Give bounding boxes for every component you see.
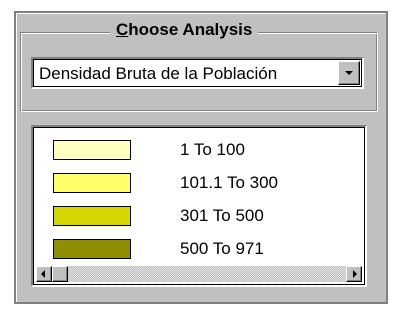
legend-label: 500 To 971 bbox=[180, 239, 264, 258]
legend-swatch bbox=[53, 206, 131, 226]
legend-item: 301 To 500 bbox=[53, 206, 353, 228]
legend-item: 101.1 To 300 bbox=[53, 173, 353, 195]
group-title: Choose Analysis bbox=[110, 19, 259, 41]
horizontal-scrollbar[interactable] bbox=[36, 266, 362, 282]
legend-item: 1 To 100 bbox=[53, 140, 353, 162]
scroll-right-button[interactable] bbox=[346, 266, 362, 282]
analysis-dropdown-value: Densidad Bruta de la Población bbox=[39, 64, 278, 83]
legend-swatch bbox=[53, 140, 131, 160]
analysis-dropdown[interactable]: Densidad Bruta de la Población bbox=[31, 57, 364, 89]
legend-swatch bbox=[53, 239, 131, 259]
arrow-right-icon bbox=[353, 270, 357, 278]
legend-label: 1 To 100 bbox=[180, 140, 245, 159]
analysis-panel: Choose Analysis Densidad Bruta de la Pob… bbox=[0, 0, 399, 310]
group-title-accel: C bbox=[116, 20, 129, 39]
legend-swatch bbox=[53, 173, 131, 193]
legend-item: 500 To 971 bbox=[53, 239, 353, 261]
legend-list[interactable]: 1 To 100 101.1 To 300 301 To 500 500 To … bbox=[31, 125, 367, 287]
chevron-down-icon bbox=[345, 71, 353, 75]
dropdown-button[interactable] bbox=[338, 61, 360, 85]
group-title-text: hoose Analysis bbox=[128, 20, 253, 39]
legend-label: 101.1 To 300 bbox=[180, 173, 278, 192]
scroll-left-button[interactable] bbox=[36, 266, 52, 282]
scrollbar-thumb[interactable] bbox=[52, 266, 68, 282]
arrow-left-icon bbox=[41, 270, 45, 278]
legend-label: 301 To 500 bbox=[180, 206, 264, 225]
